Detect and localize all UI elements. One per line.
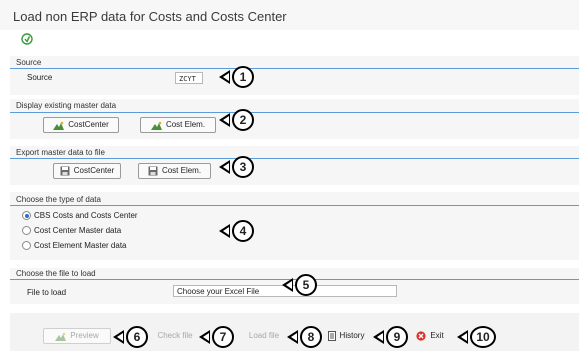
callout-arrow [219,113,230,127]
save-icon [60,166,70,176]
callout-number: 9 [386,326,408,348]
callout-number: 4 [232,220,254,242]
radio-button[interactable] [22,241,31,250]
callout-arrow [282,278,293,292]
source-section-title: Source [16,58,42,67]
divider [10,112,579,113]
history-button[interactable]: History [321,328,371,344]
callout-8: 8 [287,326,322,348]
file-field-label: File to load [27,288,67,297]
callout-arrow [219,160,230,174]
preview-button[interactable]: Preview [43,328,111,344]
mountain-icon [53,121,65,130]
mountain-icon [150,121,162,130]
load-file-button[interactable]: Load file [243,328,285,344]
source-field-label: Source [27,73,53,82]
callout-arrow [113,330,124,344]
callout-arrow [219,224,230,238]
callout-number: 10 [470,326,496,348]
save-icon [148,166,158,176]
title-bar: Load non ERP data for Costs and Costs Ce… [0,0,579,30]
callout-arrow [373,330,384,344]
type-section-title: Choose the type of data [16,195,101,204]
export-costcenter-button[interactable]: CostCenter [53,163,121,179]
mountain-icon [55,332,67,341]
check-file-label: Check file [157,331,193,340]
export-costcenter-label: CostCenter [73,166,115,175]
display-section-title: Display existing master data [16,101,117,110]
radio-button[interactable] [22,226,31,235]
callout-10: 10 [457,326,496,348]
callout-2: 2 [219,109,254,131]
callout-number: 3 [232,156,254,178]
display-costcenter-label: CostCenter [68,120,109,129]
source-panel: Source Source ZCYT [10,56,579,95]
display-costcenter-button[interactable]: CostCenter [43,117,119,133]
exit-label: Exit [430,331,444,340]
callout-number: 6 [126,326,148,348]
export-costelem-label: Cost Elem. [161,166,202,175]
callout-arrow [457,330,468,344]
callout-9: 9 [373,326,408,348]
radio-option-cbs[interactable]: CBS Costs and Costs Center [22,211,138,220]
display-panel: Display existing master data CostCenter … [10,99,579,139]
display-costelem-label: Cost Elem. [165,120,206,129]
radio-label: Cost Element Master data [34,241,127,250]
callout-number: 8 [300,326,322,348]
type-panel: Choose the type of data CBS Costs and Co… [10,192,579,260]
callout-number: 7 [212,326,234,348]
callout-6: 6 [113,326,148,348]
divider [10,68,579,69]
divider [10,205,579,206]
radio-option-costelem[interactable]: Cost Element Master data [22,241,126,250]
callout-arrow [199,330,210,344]
callout-arrow [287,330,298,344]
callout-number: 5 [295,274,317,296]
export-costelem-button[interactable]: Cost Elem. [138,163,211,179]
exit-button[interactable]: Exit [412,328,448,344]
page-title: Load non ERP data for Costs and Costs Ce… [13,9,287,24]
history-label: History [339,331,365,340]
radio-button[interactable] [22,211,31,220]
check-file-button[interactable]: Check file [154,328,196,344]
radio-label: CBS Costs and Costs Center [34,211,138,220]
preview-label: Preview [70,331,99,340]
export-section-title: Export master data to file [16,148,105,157]
callout-7: 7 [199,326,234,348]
callout-number: 2 [232,109,254,131]
divider [10,158,579,159]
display-costelem-button[interactable]: Cost Elem. [140,117,216,133]
source-input[interactable]: ZCYT [175,72,203,84]
callout-3: 3 [219,156,254,178]
export-panel: Export master data to file CostCenter Co… [10,146,579,185]
execute-icon[interactable] [21,33,33,45]
file-section-title: Choose the file to load [16,269,96,278]
callout-1: 1 [219,66,254,88]
load-file-label: Load file [248,331,280,340]
radio-label: Cost Center Master data [34,226,122,235]
radio-option-costcenter[interactable]: Cost Center Master data [22,226,121,235]
callout-4: 4 [219,220,254,242]
document-icon [327,331,336,341]
callout-number: 1 [232,66,254,88]
close-icon [416,331,426,341]
callout-arrow [219,70,230,84]
callout-5: 5 [282,274,317,296]
